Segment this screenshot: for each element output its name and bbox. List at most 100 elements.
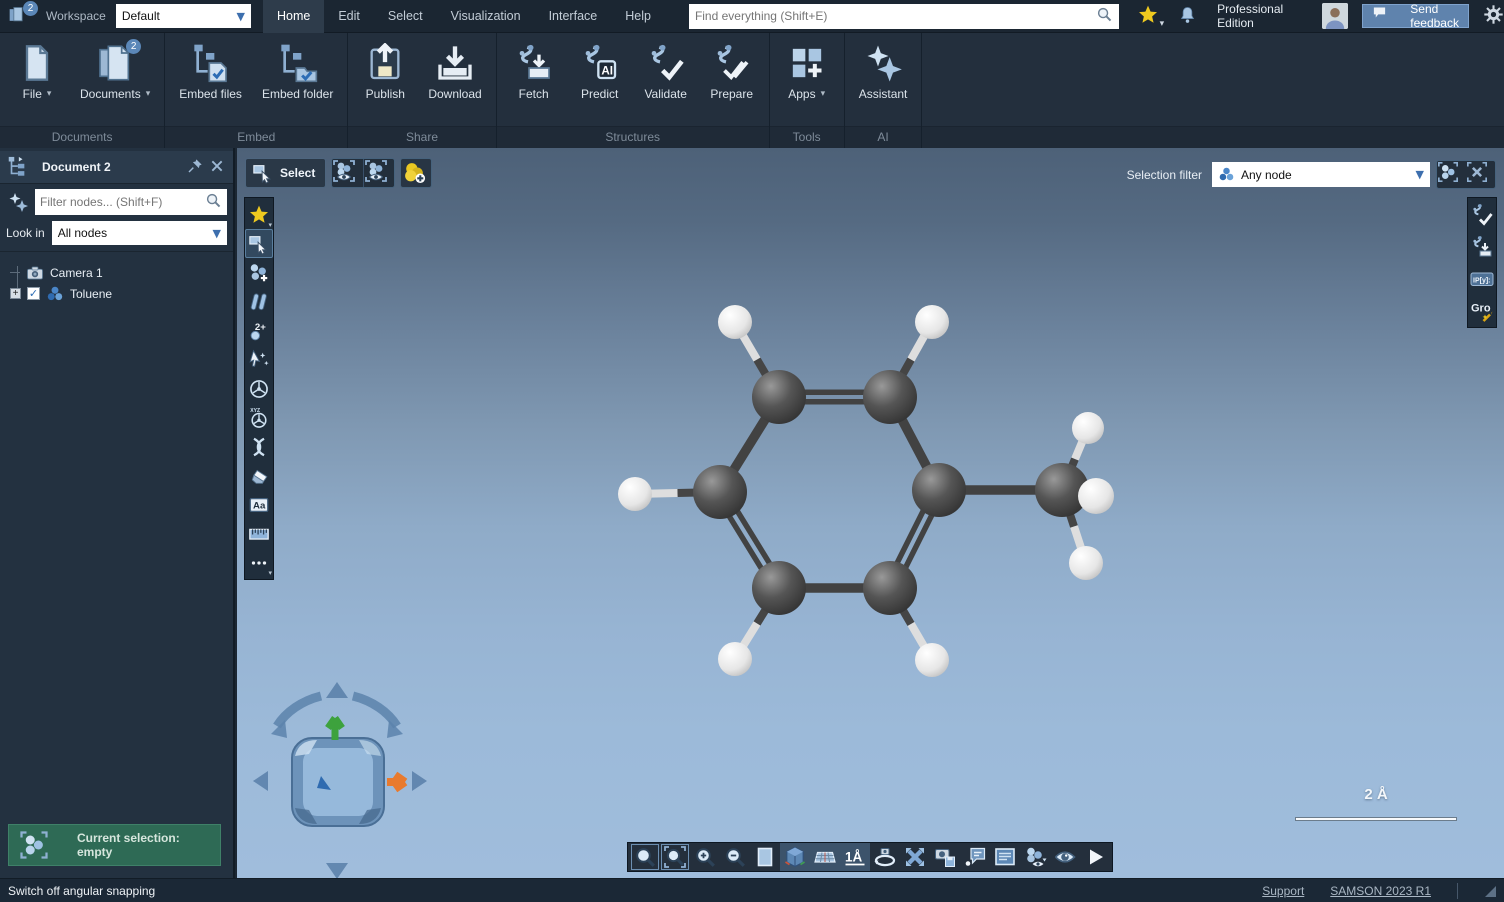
add-atoms-tool-button[interactable]: [245, 258, 273, 287]
atom-h7c[interactable]: [1069, 546, 1103, 580]
annotation-button[interactable]: [960, 843, 990, 871]
atom-c3[interactable]: [693, 465, 747, 519]
validate-structure-button[interactable]: [1468, 200, 1496, 229]
play-animation-button[interactable]: [1080, 843, 1110, 871]
search-input[interactable]: [695, 9, 1096, 23]
rotate-dial-tool-button[interactable]: [245, 374, 273, 403]
menu-tab-select[interactable]: Select: [374, 0, 437, 33]
support-link[interactable]: Support: [1262, 884, 1304, 898]
menu-tab-interface[interactable]: Interface: [535, 0, 612, 33]
ribbon-button-documents[interactable]: 2Documents▾: [72, 41, 158, 105]
show-hide-button[interactable]: [1050, 843, 1080, 871]
add-group-button[interactable]: [400, 158, 432, 188]
visibility-presets-button[interactable]: [1020, 843, 1050, 871]
label-tool-button[interactable]: Aa: [245, 490, 273, 519]
clear-selection-button[interactable]: [1466, 161, 1495, 188]
atom-c2[interactable]: [863, 370, 917, 424]
atom-c5[interactable]: [752, 561, 806, 615]
close-panel-button[interactable]: [209, 158, 227, 176]
atom-c4[interactable]: [912, 463, 966, 517]
zoom-out-button[interactable]: [720, 843, 750, 871]
ribbon-button-embed-files[interactable]: Embed files: [171, 41, 250, 105]
search-icon[interactable]: [205, 192, 222, 212]
menu-tab-help[interactable]: Help: [611, 0, 665, 33]
fetch-structure-button[interactable]: [1468, 232, 1496, 261]
document-stack-icon[interactable]: 2: [8, 5, 32, 27]
look-in-dropdown[interactable]: All nodes ▼: [52, 221, 227, 245]
pin-panel-button[interactable]: [187, 158, 205, 176]
select-tool-button[interactable]: Select: [245, 158, 326, 188]
menu-tab-home[interactable]: Home: [263, 0, 324, 33]
atom-h5[interactable]: [718, 642, 752, 676]
frame-visible-button[interactable]: [332, 159, 363, 187]
ribbon-button-publish[interactable]: Publish: [354, 41, 416, 105]
ribbon-button-apps[interactable]: Apps▾: [776, 41, 838, 105]
fetch-icon: [514, 43, 554, 83]
navigation-gizmo[interactable]: [247, 678, 447, 883]
filter-nodes-field[interactable]: [35, 189, 227, 215]
measure-tool-button[interactable]: [245, 519, 273, 548]
atom-h2[interactable]: [915, 305, 949, 339]
ribbon-button-download[interactable]: Download: [420, 41, 489, 105]
tree-node-toluene[interactable]: +✓Toluene: [10, 283, 229, 304]
atom-h7a[interactable]: [1072, 412, 1104, 444]
gromacs-setup-button[interactable]: Gro: [1468, 296, 1496, 325]
selection-filter-dropdown[interactable]: Any node ▼: [1212, 162, 1430, 187]
scale-bar-toggle-button[interactable]: 1Å: [840, 843, 870, 871]
atom-h6[interactable]: [915, 643, 949, 677]
search-icon[interactable]: [1096, 6, 1113, 26]
select-tool-button[interactable]: [245, 229, 273, 258]
ribbon-button-file[interactable]: File▾: [6, 41, 68, 105]
select-all-button[interactable]: [1437, 161, 1466, 188]
ribbon-button-assistant[interactable]: Assistant: [851, 41, 916, 105]
charge-tool-button[interactable]: 2+: [245, 316, 273, 345]
favorites-button[interactable]: ▾: [1137, 4, 1165, 29]
zoom-selection-button[interactable]: [660, 843, 690, 871]
snapshot-button[interactable]: [930, 843, 960, 871]
text-overlay-button[interactable]: [990, 843, 1020, 871]
ribbon-button-fetch[interactable]: Fetch: [503, 41, 565, 105]
workspace-dropdown[interactable]: Default ▼: [116, 4, 251, 28]
ribbon-button-embed-folder[interactable]: Embed folder: [254, 41, 341, 105]
bond-tool-button[interactable]: [245, 287, 273, 316]
camera-orbit-button[interactable]: [870, 843, 900, 871]
send-feedback-button[interactable]: Send feedback: [1362, 4, 1469, 28]
ipython-console-button[interactable]: IP[y]:: [1468, 264, 1496, 293]
background-toggle-button[interactable]: [750, 843, 780, 871]
atom-h3[interactable]: [618, 477, 652, 511]
settings-gear-icon[interactable]: [1483, 4, 1504, 28]
visibility-checkbox[interactable]: ✓: [27, 287, 40, 300]
navigation-cube-toggle-button[interactable]: [780, 843, 810, 871]
atom-h7b[interactable]: [1078, 478, 1114, 514]
atom-h1[interactable]: [718, 305, 752, 339]
zoom-in-button[interactable]: [690, 843, 720, 871]
eraser-tool-button[interactable]: [245, 461, 273, 490]
ribbon-button-prepare[interactable]: Prepare: [701, 41, 763, 105]
favorites-button[interactable]: ▾: [245, 200, 273, 229]
tree-node-camera-1[interactable]: Camera 1: [10, 262, 229, 283]
viewport-3d[interactable]: Select Selection filter Any node ▼ ▾2+XY…: [237, 148, 1504, 878]
menu-tab-edit[interactable]: Edit: [324, 0, 374, 33]
global-search[interactable]: [689, 4, 1119, 29]
rotate-xyz-tool-button[interactable]: XYZ: [245, 403, 273, 432]
filter-nodes-input[interactable]: [40, 195, 205, 209]
version-link[interactable]: SAMSON 2023 R1: [1330, 884, 1431, 898]
atom-c1[interactable]: [752, 370, 806, 424]
more-tools-button[interactable]: ▾: [245, 548, 273, 577]
notifications-icon[interactable]: [1178, 5, 1197, 28]
resize-grip[interactable]: [1484, 885, 1496, 897]
avatar[interactable]: [1322, 3, 1348, 29]
grid-toggle-button[interactable]: [810, 843, 840, 871]
reset-view-button[interactable]: [900, 843, 930, 871]
zoom-fit-button[interactable]: [630, 843, 660, 871]
atom-c6[interactable]: [863, 561, 917, 615]
ribbon-button-validate[interactable]: Validate: [635, 41, 697, 105]
menu-tab-visualization[interactable]: Visualization: [437, 0, 535, 33]
pointer-edit-tool-button[interactable]: [245, 345, 273, 374]
ai-filter-icon[interactable]: [6, 190, 30, 214]
title-bar: 2 Workspace Default ▼ HomeEditSelectVisu…: [0, 0, 1504, 33]
twist-helix-tool-button[interactable]: [245, 432, 273, 461]
expander-plus-icon[interactable]: +: [10, 288, 21, 299]
frame-selection-button[interactable]: [363, 159, 394, 187]
ribbon-button-predict[interactable]: AIPredict: [569, 41, 631, 105]
